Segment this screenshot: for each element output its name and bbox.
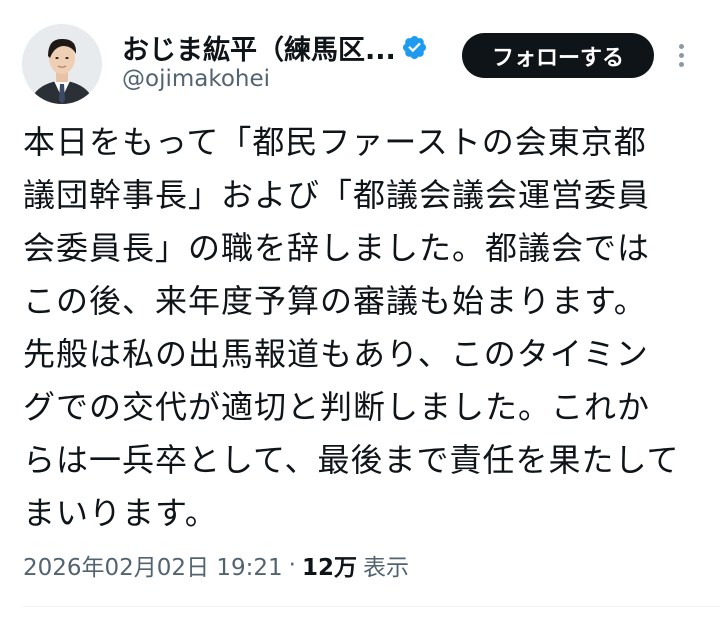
avatar[interactable] — [22, 24, 102, 104]
more-dot — [678, 43, 684, 49]
tweet-timestamp[interactable]: 2026年02月02日 19:21 — [23, 548, 283, 582]
tweet-text-line: らは一兵卒として、最後まで責任を果たして — [23, 441, 680, 479]
follow-button[interactable]: フォローする — [462, 33, 654, 78]
tweet-meta: 2026年02月02日 19:21 · 12万 表示 — [23, 548, 409, 582]
tweet-text: 本日をもって「都民ファーストの会東京都 議団幹事長」および「都議会議会運営委員 … — [23, 116, 703, 540]
author-display-name[interactable]: おじま紘平（練馬区... — [122, 28, 396, 67]
avatar-image — [22, 24, 102, 104]
tweet-text-line: 会委員長」の職を辞しました。都議会では — [23, 229, 651, 267]
tweet-text-line: 議団幹事長」および「都議会議会運営委員 — [23, 176, 651, 214]
divider — [23, 606, 720, 607]
more-dot — [678, 52, 684, 58]
tweet-text-line: まいります。 — [23, 494, 218, 532]
tweet-text-line: この後、来年度予算の審議も始まります。 — [23, 282, 647, 320]
tweet-text-line: グでの交代が適切と判断しました。これか — [23, 388, 651, 426]
view-count: 12万 — [301, 555, 357, 581]
author-handle[interactable]: @ojimakohei — [122, 66, 270, 92]
more-options-icon[interactable] — [670, 38, 692, 72]
author-name-row: おじま紘平（練馬区... — [122, 27, 428, 67]
tweet-text-line: 本日をもって「都民ファーストの会東京都 — [23, 123, 647, 161]
tweet-card: おじま紘平（練馬区... @ojimakohei フォローする 本日をもって「都… — [0, 0, 720, 620]
more-dot — [678, 61, 684, 67]
tweet-text-line: 先般は私の出馬報道もあり、このタイミン — [23, 335, 649, 373]
view-label: 表示 — [363, 555, 409, 581]
verified-badge-icon — [401, 34, 428, 61]
meta-separator: · — [288, 552, 296, 578]
